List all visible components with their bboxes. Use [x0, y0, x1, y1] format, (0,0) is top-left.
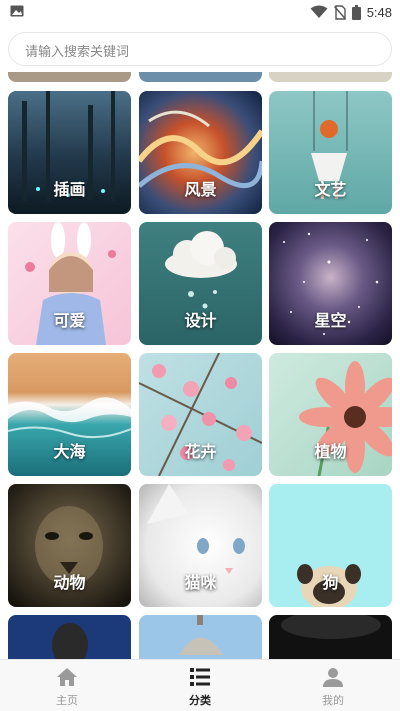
category-label: 植物 [314, 442, 347, 461]
person-icon [323, 668, 343, 687]
category-label: 猫咪 [184, 573, 217, 592]
category-tile-partial[interactable] [139, 72, 262, 82]
category-tile-design[interactable]: 设计 [139, 222, 262, 345]
category-label: 文艺 [314, 180, 347, 199]
category-label: 动物 [53, 573, 86, 592]
category-tile-cats[interactable]: 猫咪 [139, 484, 262, 607]
category-tile-scenery[interactable]: 风景 [139, 91, 262, 214]
tab-profile[interactable]: 我的 [303, 664, 363, 710]
category-tile-partial[interactable] [8, 615, 131, 659]
category-tile-partial[interactable] [8, 72, 131, 82]
category-label: 星空 [314, 311, 347, 330]
list-icon [190, 668, 210, 686]
category-tile-animals[interactable]: 动物 [8, 484, 131, 607]
image-icon [10, 5, 24, 17]
search-input[interactable]: 请输入搜索关键词 [25, 41, 129, 60]
category-tile-sea[interactable]: 大海 [8, 353, 131, 476]
status-icons: 5:48 [310, 3, 392, 21]
tab-label: 我的 [322, 694, 344, 707]
partial-thumbnail [281, 615, 381, 639]
search-bar[interactable]: 请输入搜索关键词 [8, 32, 392, 66]
category-label: 可爱 [53, 311, 86, 330]
category-label: 风景 [184, 180, 217, 199]
category-tile-flowers[interactable]: 花卉 [139, 353, 262, 476]
category-tile-illustration[interactable]: 插画 [8, 91, 131, 214]
category-label: 大海 [53, 442, 86, 461]
category-tile-dog[interactable]: 狗 [269, 484, 392, 607]
status-time: 5:48 [366, 4, 392, 20]
tab-home[interactable]: 主页 [37, 664, 97, 710]
home-icon [57, 668, 77, 686]
tab-label: 主页 [56, 694, 78, 707]
category-label: 花卉 [184, 442, 217, 461]
wifi-icon [310, 5, 328, 18]
tab-category[interactable]: 分类 [170, 664, 230, 710]
status-bar: 5:48 [0, 0, 400, 24]
partial-thumbnail [179, 615, 223, 655]
category-label: 插画 [53, 180, 86, 199]
category-tile-plants[interactable]: 植物 [269, 353, 392, 476]
partial-thumbnail [52, 623, 88, 659]
tab-label: 分类 [189, 694, 211, 707]
category-tile-starry[interactable]: 星空 [269, 222, 392, 345]
category-grid[interactable]: 插画 风景 文艺 可爱 设计 星空 大海 花卉 植物 动物 猫咪 狗 [0, 72, 400, 659]
category-label: 设计 [184, 311, 217, 330]
category-tile-partial[interactable] [269, 72, 392, 82]
category-tile-art[interactable]: 文艺 [269, 91, 392, 214]
category-label: 狗 [322, 573, 339, 592]
no-sim-icon [333, 4, 346, 20]
bottom-tab-bar: 主页 分类 我的 [0, 659, 400, 711]
battery-icon [351, 4, 361, 20]
category-tile-partial[interactable] [139, 615, 262, 659]
category-tile-cute[interactable]: 可爱 [8, 222, 131, 345]
category-tile-partial[interactable] [269, 615, 392, 659]
